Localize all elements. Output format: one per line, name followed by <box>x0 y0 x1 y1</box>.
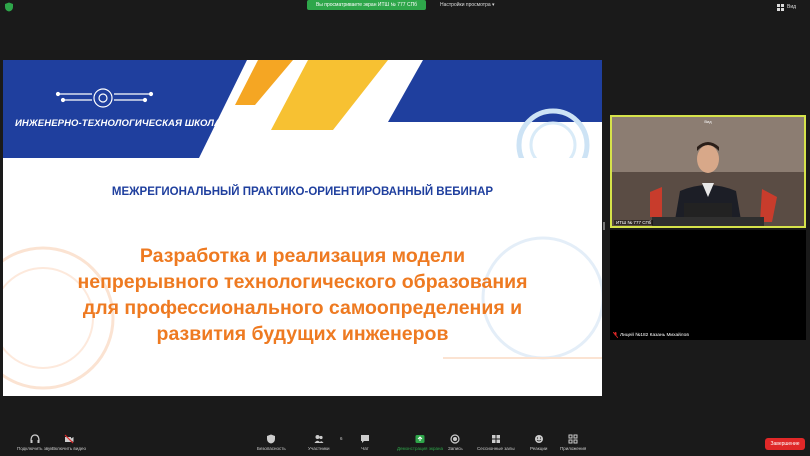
participant-tile[interactable]: Лицей №182 Казань Михайлов <box>610 230 806 340</box>
video-off-icon <box>64 434 74 444</box>
school-name: ИНЖЕНЕРНО-ТЕХНОЛОГИЧЕСКАЯ ШКОЛА # 777 <box>15 118 248 129</box>
headphones-icon <box>30 434 40 443</box>
breakout-rooms-label: Сессионные залы <box>477 446 515 451</box>
apps-icon <box>568 434 578 444</box>
share-screen-button[interactable]: Демонстрация экрана <box>397 434 443 451</box>
title-line: Разработка и реализация модели <box>139 245 466 267</box>
apps-label: Приложения <box>560 446 587 451</box>
end-meeting-button[interactable]: Завершение <box>765 438 805 450</box>
smiley-icon <box>534 435 543 443</box>
title-line: развития будущих инженеров <box>156 323 449 345</box>
security-label: Безопасность <box>257 446 286 451</box>
slide-header-graphic <box>3 60 602 158</box>
security-button[interactable]: Безопасность <box>257 434 286 451</box>
shield-icon <box>267 434 276 444</box>
chat-button[interactable]: Чат <box>360 434 370 451</box>
view-options-menu[interactable]: Настройки просмотра ▾ <box>440 0 495 10</box>
share-screen-icon <box>415 435 425 443</box>
chat-icon <box>361 435 369 443</box>
title-line: для профессионального самоопределения и <box>82 297 523 319</box>
chat-label: Чат <box>361 446 369 451</box>
record-label: Запись <box>448 446 463 451</box>
record-icon <box>450 434 460 444</box>
webinar-type: МЕЖРЕГИОНАЛЬНЫЙ ПРАКТИКО-ОРИЕНТИРОВАННЫЙ… <box>111 186 494 198</box>
mic-muted-icon <box>613 332 618 338</box>
panel-resize-handle[interactable] <box>603 222 605 230</box>
grid-view-icon <box>777 4 784 11</box>
participant-name-tag: Лицей №182 Казань Михайлов <box>613 332 689 338</box>
participant-name: Лицей №182 Казань Михайлов <box>620 332 689 338</box>
breakout-rooms-icon <box>491 435 500 443</box>
participants-label: Участники <box>308 446 330 451</box>
reactions-button[interactable]: Реакции <box>530 434 547 451</box>
apps-button[interactable]: Приложения <box>560 434 586 451</box>
speaker-name: ИТШ № 777 СПб <box>614 220 654 225</box>
reactions-label: Реакции <box>530 446 548 451</box>
start-video-button[interactable]: Включить видео <box>52 434 86 451</box>
title-line: непрерывного технологического образовани… <box>77 271 528 293</box>
shield-icon[interactable] <box>4 2 14 12</box>
start-video-label: Включить видео <box>52 446 86 451</box>
speaker-video-tile[interactable]: Вид ИТШ № 777 СПб <box>610 115 806 228</box>
video-tile-label: Вид <box>704 119 712 124</box>
speaker-video-image <box>612 117 804 226</box>
view-mode-button[interactable]: Вид <box>777 3 796 12</box>
shared-screen-slide: ИНЖЕНЕРНО-ТЕХНОЛОГИЧЕСКАЯ ШКОЛА # 777 МЕ… <box>3 60 602 396</box>
record-button[interactable]: Запись <box>448 434 463 451</box>
slide-title: Разработка и реализация модели непрерывн… <box>13 243 592 347</box>
join-audio-button[interactable]: Подключить звук <box>17 434 52 451</box>
participants-count: 6 <box>340 436 343 441</box>
view-options-label: Настройки просмотра <box>440 2 491 8</box>
participants-button[interactable]: Участники <box>308 434 330 451</box>
view-mode-label: Вид <box>787 4 797 10</box>
breakout-rooms-button[interactable]: Сессионные залы <box>477 434 515 451</box>
share-screen-label: Демонстрация экрана <box>397 446 443 451</box>
screen-share-banner: Вы просматриваете экран ИТШ № 777 СПб <box>307 0 426 10</box>
people-icon <box>314 435 324 443</box>
join-audio-label: Подключить звук <box>17 446 53 451</box>
chevron-down-icon: ▾ <box>492 2 495 8</box>
meeting-toolbar: Подключить звук Включить видео Безопасно… <box>0 430 810 456</box>
